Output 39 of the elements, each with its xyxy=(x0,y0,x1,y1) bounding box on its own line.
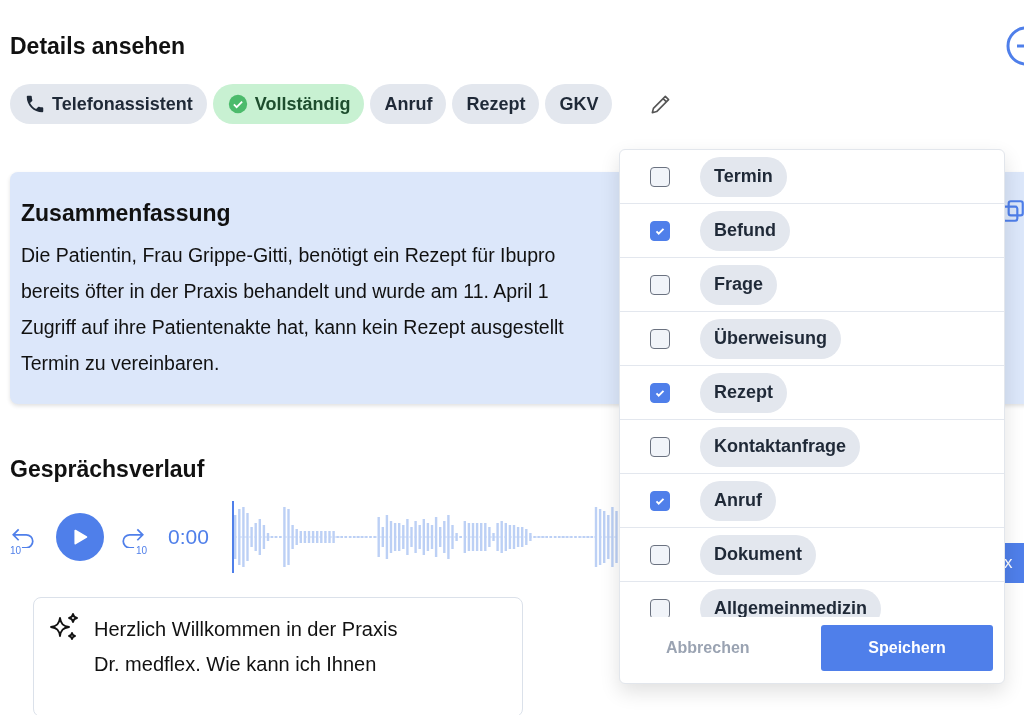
section-title: Gesprächsverlauf xyxy=(10,456,205,483)
section-title: Details ansehen xyxy=(10,32,186,60)
tag: GKV xyxy=(545,84,613,124)
tag: Rezept xyxy=(700,372,787,413)
playback-time: 0:00 xyxy=(168,525,210,549)
tag: Dokument xyxy=(700,534,816,575)
summary-line: Die Patientin, Frau Grippe-Gitti, benötigt ein Rezept für Ibupro xyxy=(21,243,557,268)
tag: Termin xyxy=(700,156,787,197)
tag: Frage xyxy=(700,264,778,305)
checkbox[interactable] xyxy=(650,436,670,457)
play-button[interactable] xyxy=(56,513,104,561)
tag: Anruf xyxy=(700,480,776,521)
checkbox[interactable] xyxy=(650,598,670,617)
status-tag: Vollständig xyxy=(212,84,365,124)
checkbox[interactable] xyxy=(650,490,670,511)
tag: Telefonassistent xyxy=(10,84,207,124)
tag: Kontaktanfrage xyxy=(700,426,861,467)
tag: Befund xyxy=(700,210,790,251)
tag: Rezept xyxy=(452,84,540,124)
summary-line: Termin zu vereinbaren. xyxy=(21,351,221,376)
forward-button[interactable]: 10 xyxy=(120,518,150,556)
checkbox[interactable] xyxy=(650,382,670,403)
checkbox[interactable] xyxy=(650,328,670,349)
summary-line: Zugriff auf ihre Patientenakte hat, kann kein Rezept ausgestellt xyxy=(21,315,565,340)
checkbox[interactable] xyxy=(650,274,670,295)
rewind-button[interactable]: 10 xyxy=(10,518,40,556)
checkbox[interactable] xyxy=(650,544,670,565)
checkbox[interactable] xyxy=(650,220,670,241)
summary-line: bereits öfter in der Praxis behandelt und wurde am 11. April 1 xyxy=(21,279,550,304)
cancel-button[interactable]: Abbrechen xyxy=(660,638,756,658)
tag: Allgemeinmedizin xyxy=(700,588,882,617)
checkbox[interactable] xyxy=(650,166,670,187)
message-text: Herzlich Willkommen in der Praxis Dr. medflex. Wie kann ich Ihnen xyxy=(94,617,399,677)
tag: Überweisung xyxy=(700,318,842,359)
summary-title: Zusammenfassung xyxy=(21,200,231,227)
check-circle-icon xyxy=(226,93,249,115)
tag: Anruf xyxy=(370,84,447,124)
phone-icon xyxy=(24,93,46,115)
save-button[interactable]: Speichern xyxy=(821,625,993,671)
